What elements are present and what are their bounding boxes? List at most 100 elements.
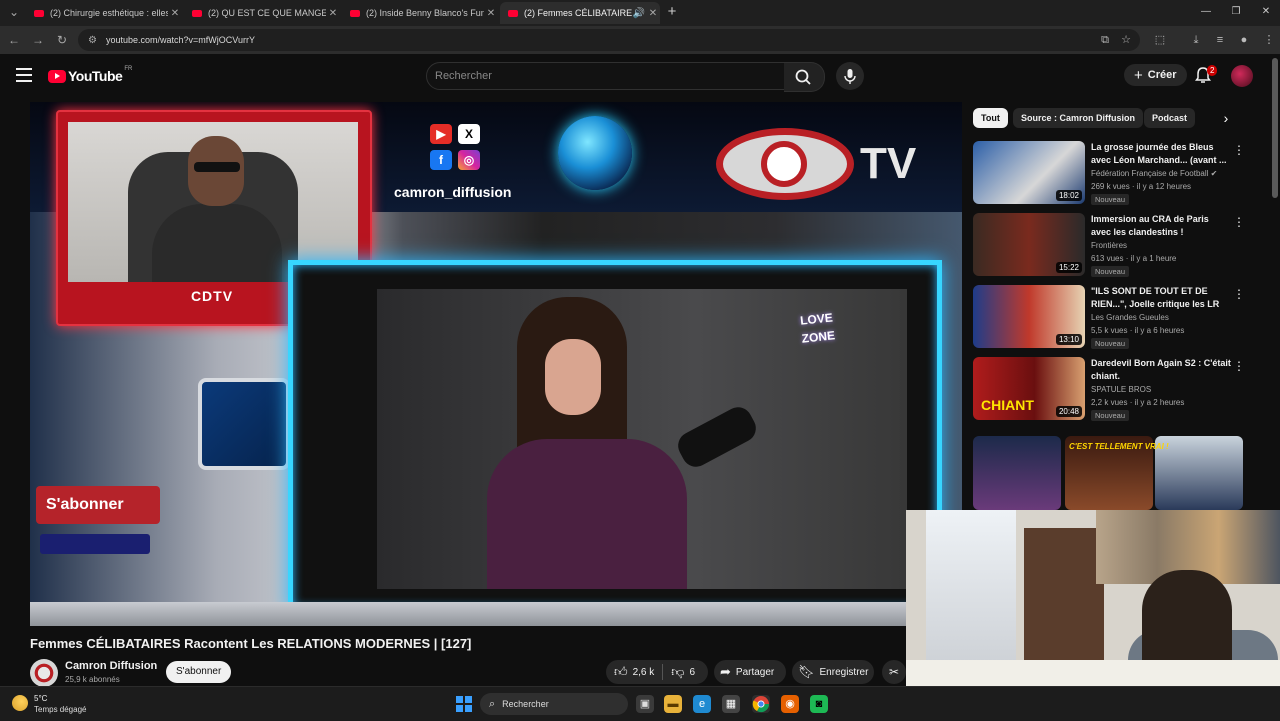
store-icon[interactable]: ▦ [722,695,740,713]
more-options-icon[interactable]: ⋮ [1233,287,1245,301]
audio-playing-icon[interactable]: 🔊 [632,8,646,19]
youtube-favicon-icon [350,9,360,17]
channel-avatar[interactable] [30,659,58,687]
save-button[interactable]: 🔖︎ Enregistrer [792,660,874,684]
close-tab-icon[interactable]: ✕ [326,8,340,19]
tab-title: (2) Chirurgie esthétique : elles s [50,8,168,18]
recommendation-item[interactable]: 13:10 "ILS SONT DE TOUT ET DE RIEN...", … [973,285,1245,351]
browser-menu-icon[interactable]: ⋮ [1262,33,1276,47]
file-explorer-icon[interactable]: ▬ [664,695,682,713]
close-tab-icon[interactable]: ✕ [484,8,498,19]
rec-title[interactable]: "ILS SONT DE TOUT ET DE RIEN...", Joelle… [1091,285,1231,311]
edge-icon[interactable]: e [693,695,711,713]
chevron-right-icon[interactable]: › [1218,110,1234,126]
share-button[interactable]: ➦ Partager [714,660,786,684]
reload-icon[interactable]: ↻ [54,32,70,48]
dislike-button[interactable]: 👎︎ 6 [671,664,695,680]
account-avatar[interactable] [1231,65,1253,87]
close-tab-icon[interactable]: ✕ [168,8,182,19]
tab-title: (2) Femmes CÉLIBATAIRES R [524,8,632,18]
more-options-icon[interactable]: ⋮ [1233,143,1245,157]
browser-tab-1[interactable]: (2) Chirurgie esthétique : elles s ✕ [26,2,182,24]
search-input[interactable] [427,63,767,89]
chip-all[interactable]: Tout [973,108,1008,128]
taskbar-search[interactable]: ⌕ Rechercher [480,693,628,715]
address-bar-row: ← → ↻ ⚙ youtube.com/watch?v=mfWjOCVurrY … [0,26,1280,54]
video-thumbnail[interactable]: CHIANT 20:48 [973,357,1085,420]
rec-meta: 613 vues · il y a 1 heure [1091,254,1177,263]
recommendation-item[interactable]: 18:02 La grosse journée des Bleus avec L… [973,141,1245,207]
youtube-icon: ▶ [430,124,452,144]
video-player[interactable]: CDTV ▶ X f ◎ camron_diffusion TV LOVE ZO… [30,102,962,626]
forward-icon[interactable]: → [30,32,46,48]
cast-icon[interactable]: ⧉ [1098,33,1112,47]
more-options-icon[interactable]: ⋮ [1233,359,1245,373]
url-bar[interactable]: ⚙ youtube.com/watch?v=mfWjOCVurrY [78,29,1140,51]
browser-tab-4-active[interactable]: (2) Femmes CÉLIBATAIRES R 🔊 ✕ [500,2,660,24]
rec-title[interactable]: Daredevil Born Again S2 : C'était chiant… [1091,357,1231,383]
rec-channel[interactable]: SPATULE BROS [1091,385,1151,394]
new-tab-button[interactable]: + [664,4,680,20]
page-scrollbar[interactable] [1272,58,1278,198]
duration-badge: 20:48 [1055,406,1082,417]
profile-icon[interactable]: ● [1237,33,1251,47]
share-label: Partager [735,666,775,678]
extensions-icon[interactable]: ⬚ [1153,33,1167,47]
bookmark-star-icon[interactable]: ☆ [1119,33,1133,47]
rec-channel[interactable]: Frontières [1091,241,1127,250]
weather-temperature[interactable]: 5°C [34,694,47,703]
close-tab-icon[interactable]: ✕ [646,8,660,19]
instagram-icon: ◎ [458,150,480,170]
dislike-count: 6 [689,666,696,678]
weather-condition[interactable]: Temps dégagé [34,705,86,714]
recommendation-item[interactable]: CHIANT 20:48 Daredevil Born Again S2 : C… [973,357,1245,423]
rec-meta: 2,2 k vues · il y a 2 heures [1091,398,1185,407]
create-button[interactable]: + Créer [1124,64,1187,86]
clip-button[interactable]: ✂ [882,660,906,684]
short-thumbnail[interactable] [973,436,1061,510]
back-icon[interactable]: ← [6,32,22,48]
close-window-icon[interactable]: ✕ [1252,3,1280,21]
search-button[interactable] [784,62,825,92]
chrome-icon[interactable] [752,695,770,713]
video-thumbnail[interactable]: 15:22 [973,213,1085,276]
tab-search-icon[interactable]: ⌄ [6,4,22,20]
video-thumbnail[interactable]: 18:02 [973,141,1085,204]
channel-handle-overlay: camron_diffusion [394,184,512,200]
task-view-icon[interactable]: ▣ [636,695,654,713]
voice-search-button[interactable] [836,62,864,90]
download-icon[interactable]: ⤓ [1189,33,1203,47]
site-info-icon[interactable]: ⚙ [88,35,100,46]
rec-channel[interactable]: Fédération Française de Football ✔ [1091,169,1217,178]
video-thumbnail[interactable]: 13:10 [973,285,1085,348]
browser-tab-3[interactable]: (2) Inside Benny Blanco's Fun-F ✕ [342,2,498,24]
minimize-icon[interactable]: — [1192,3,1220,21]
thumbs-down-icon: 👎︎ [671,664,685,679]
tab-groups-icon[interactable]: ≡ [1213,33,1227,47]
more-options-icon[interactable]: ⋮ [1233,215,1245,229]
new-badge: Nouveau [1091,266,1130,277]
chip-source-channel[interactable]: Source : Camron Diffusion [1013,108,1144,128]
subscribe-button[interactable]: S'abonner [166,661,232,683]
tab-title: (2) Inside Benny Blanco's Fun-F [366,8,484,18]
channel-name[interactable]: Camron Diffusion [65,660,157,672]
firefox-icon[interactable]: ◉ [781,695,799,713]
restore-icon[interactable]: ❐ [1222,3,1250,21]
weather-sun-icon[interactable] [12,695,28,711]
chip-podcast[interactable]: Podcast [1144,108,1196,128]
windows-start-icon[interactable] [456,696,472,712]
rec-title[interactable]: La grosse journée des Bleus avec Léon Ma… [1091,141,1231,167]
browser-tab-2[interactable]: (2) QU EST CE QUE MANGE UN ✕ [184,2,340,24]
like-button[interactable]: 👍︎ 2,6 k [606,664,654,680]
country-code: FR [124,66,133,72]
app-icon[interactable]: ◙ [810,695,828,713]
youtube-logo[interactable]: YouTube FR [48,66,133,84]
shorts-row: C'EST TELLEMENT VRAI ! [973,436,1243,510]
rec-title[interactable]: Immersion au CRA de Paris avec les cland… [1091,213,1231,239]
hamburger-menu-icon[interactable] [16,68,32,82]
bell-like-icons-overlay [40,534,150,554]
search-box[interactable] [426,62,785,90]
rec-channel[interactable]: Les Grandes Gueules [1091,313,1169,322]
recommendation-item[interactable]: 15:22 Immersion au CRA de Paris avec les… [973,213,1245,279]
url-text: youtube.com/watch?v=mfWjOCVurrY [106,35,255,45]
